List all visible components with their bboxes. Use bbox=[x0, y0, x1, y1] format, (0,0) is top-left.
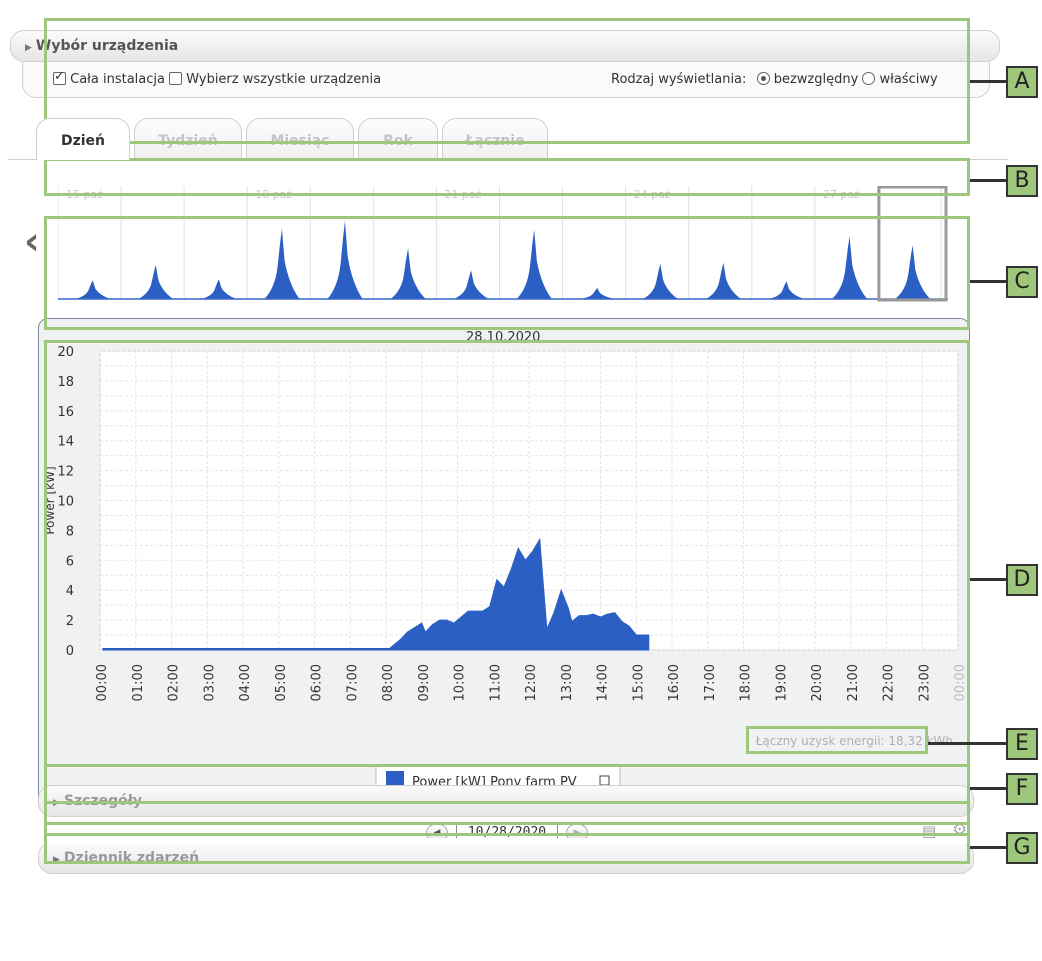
callout-d-line bbox=[970, 578, 1008, 581]
frame-d bbox=[44, 340, 970, 836]
frame-g bbox=[44, 822, 970, 864]
callout-b: B bbox=[1006, 165, 1038, 197]
frame-c bbox=[44, 216, 970, 330]
callout-e: E bbox=[1006, 728, 1038, 760]
callout-c-line bbox=[970, 280, 1008, 283]
prev-period-button[interactable]: ‹ bbox=[24, 222, 40, 260]
callout-a: A bbox=[1006, 66, 1038, 98]
callout-f-line bbox=[970, 787, 1008, 790]
callout-f: F bbox=[1006, 773, 1038, 805]
frame-f bbox=[44, 764, 970, 804]
callout-a-line bbox=[970, 80, 1008, 83]
tab-day[interactable]: Dzień bbox=[36, 118, 130, 160]
frame-b bbox=[44, 158, 970, 196]
callout-e-line bbox=[928, 742, 1008, 745]
callout-c: C bbox=[1006, 266, 1038, 298]
frame-a bbox=[44, 18, 970, 144]
callout-g: G bbox=[1006, 832, 1038, 864]
callout-g-line bbox=[970, 846, 1008, 849]
callout-d: D bbox=[1006, 564, 1038, 596]
callout-b-line bbox=[970, 179, 1008, 182]
triangle-right-icon: ▶ bbox=[25, 43, 32, 53]
frame-e bbox=[746, 726, 928, 754]
